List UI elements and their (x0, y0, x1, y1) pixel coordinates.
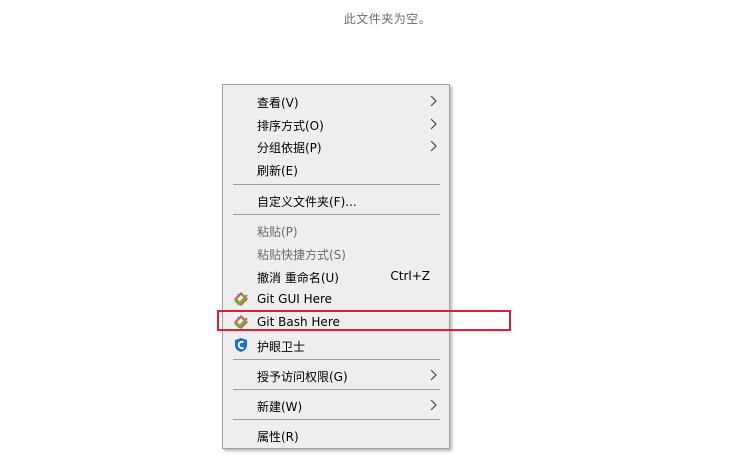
menu-item-git-gui[interactable]: Git GUI Here (225, 288, 447, 310)
chevron-right-icon (430, 369, 437, 381)
git-icon (234, 292, 248, 306)
menu-separator (233, 359, 440, 360)
menu-item-label: Git GUI Here (257, 292, 333, 306)
menu-item-undo-rename[interactable]: 撤消 重命名(U) Ctrl+Z (225, 265, 447, 287)
menu-item-customize-folder[interactable]: 自定义文件夹(F)... (225, 189, 447, 211)
menu-item-paste: 粘贴(P) (225, 219, 447, 241)
menu-item-label: 查看(V) (257, 96, 299, 110)
menu-item-label: 撤消 重命名(U) (257, 271, 339, 285)
empty-folder-message: 此文件夹为空。 (343, 12, 432, 26)
menu-item-label: 分组依据(P) (257, 141, 322, 155)
chevron-right-icon (430, 399, 437, 411)
context-menu: 查看(V) 排序方式(O) 分组依据(P) 刷新(E) 自定义文件夹(F)...… (222, 84, 450, 449)
chevron-right-icon (430, 118, 437, 130)
menu-item-label: 粘贴(P) (257, 225, 298, 239)
menu-item-refresh[interactable]: 刷新(E) (225, 158, 447, 180)
menu-item-label: 粘贴快捷方式(S) (257, 248, 346, 262)
menu-item-properties[interactable]: 属性(R) (225, 424, 447, 446)
menu-separator (233, 214, 440, 215)
menu-item-label: 护眼卫士 (257, 340, 306, 354)
menu-item-paste-shortcut: 粘贴快捷方式(S) (225, 242, 447, 264)
menu-item-shortcut: Ctrl+Z (390, 269, 430, 283)
menu-item-view[interactable]: 查看(V) (225, 90, 447, 112)
menu-item-group-by[interactable]: 分组依据(P) (225, 135, 447, 157)
menu-separator (233, 419, 440, 420)
menu-item-label: 属性(R) (257, 430, 299, 444)
highlight-annotation (217, 310, 511, 331)
chevron-right-icon (430, 140, 437, 152)
menu-separator (233, 184, 440, 185)
menu-item-label: 排序方式(O) (257, 119, 324, 133)
menu-item-new[interactable]: 新建(W) (225, 394, 447, 416)
menu-item-label: 新建(W) (257, 400, 303, 414)
menu-item-sort-by[interactable]: 排序方式(O) (225, 113, 447, 135)
menu-item-label: 授予访问权限(G) (257, 370, 348, 384)
shield-icon (235, 338, 247, 352)
menu-item-label: 自定义文件夹(F)... (257, 195, 357, 209)
menu-item-eye-guard[interactable]: 护眼卫士 (225, 334, 447, 356)
menu-separator (233, 389, 440, 390)
chevron-right-icon (430, 95, 437, 107)
menu-item-label: 刷新(E) (257, 164, 298, 178)
menu-item-give-access[interactable]: 授予访问权限(G) (225, 364, 447, 386)
